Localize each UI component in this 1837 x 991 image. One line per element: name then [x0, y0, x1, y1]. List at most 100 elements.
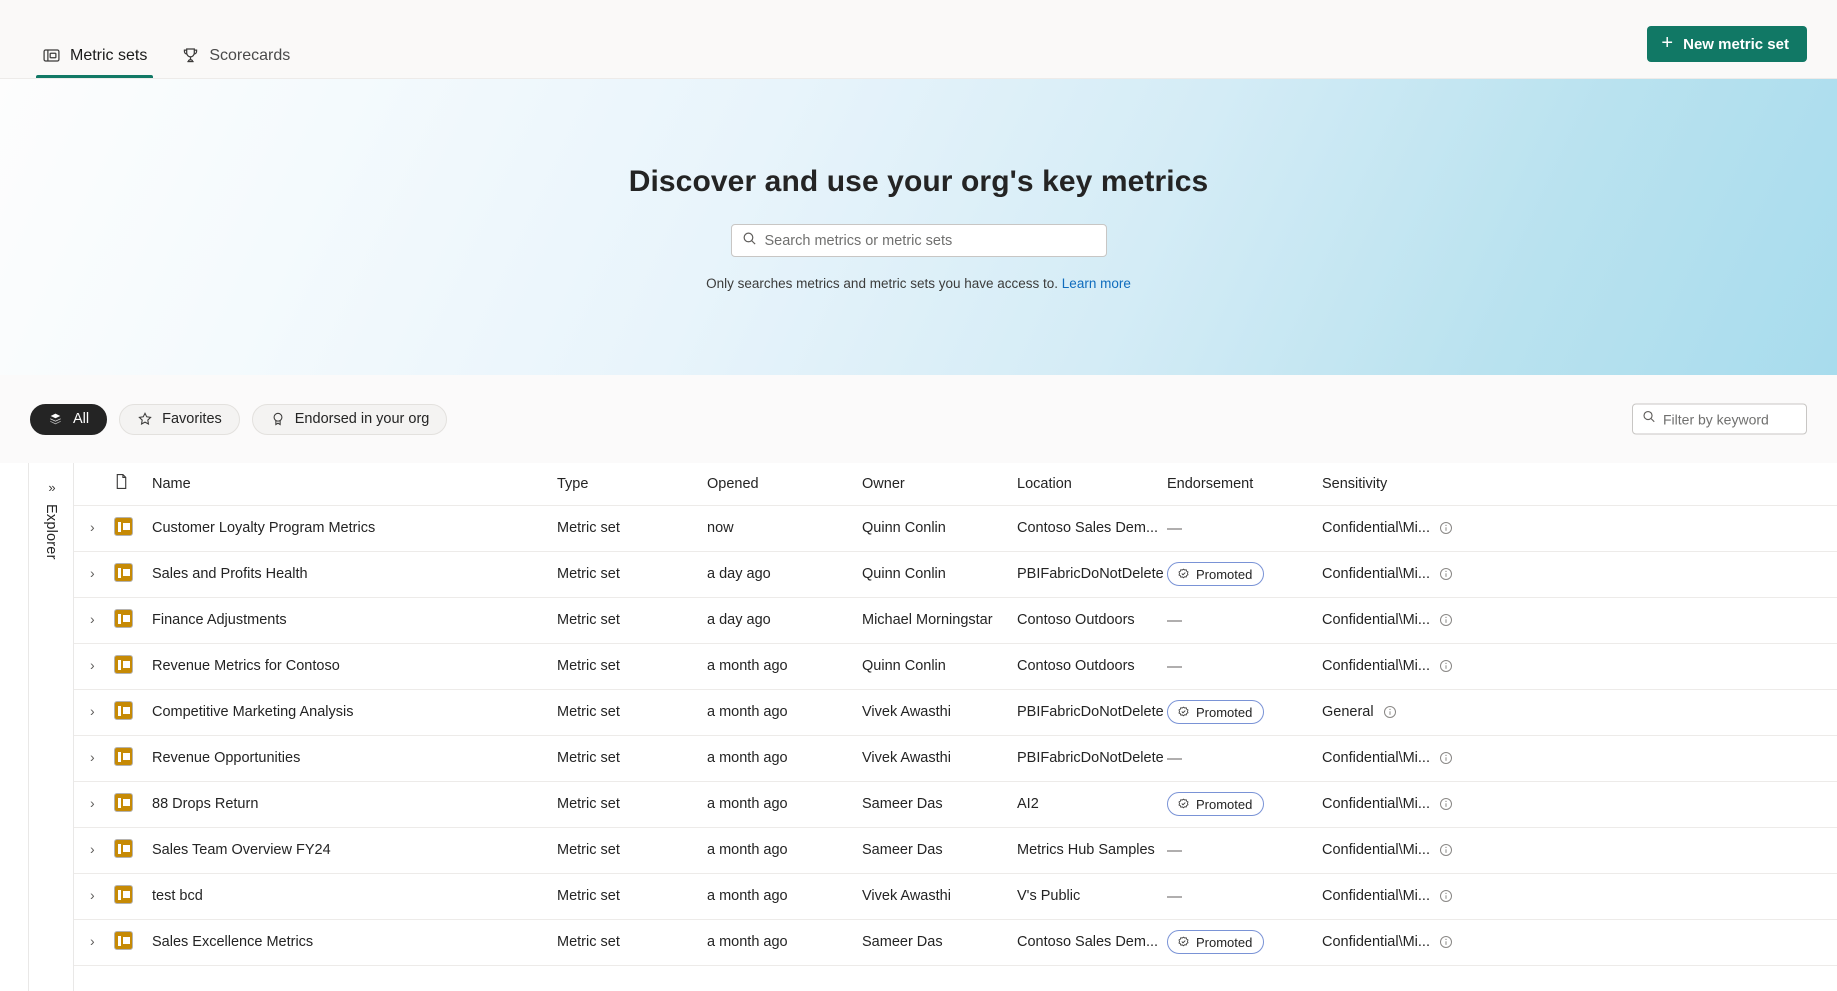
- column-header-name[interactable]: Name: [152, 463, 557, 506]
- filter-toolbar: All Favorites Endorsed in your org: [0, 375, 1837, 463]
- table-row[interactable]: › Customer Loyalty Program Metrics Metric …: [74, 505, 1837, 552]
- row-opened-cell: a month ago: [707, 689, 862, 736]
- row-expand-cell[interactable]: ›: [74, 827, 114, 874]
- column-header-owner[interactable]: Owner: [862, 463, 1017, 506]
- keyword-filter-input[interactable]: [1663, 411, 1837, 427]
- info-icon[interactable]: [1439, 935, 1453, 949]
- metric-set-item-icon: [114, 930, 133, 950]
- chevron-right-icon[interactable]: ›: [90, 612, 95, 626]
- learn-more-link[interactable]: Learn more: [1062, 276, 1131, 291]
- info-icon[interactable]: [1439, 889, 1453, 903]
- row-name-cell[interactable]: Sales and Profits Health: [152, 551, 557, 598]
- metric-set-item-icon: [114, 654, 133, 674]
- status-badge-label: Promoted: [1196, 934, 1253, 950]
- document-icon: [114, 473, 129, 490]
- table-row[interactable]: › Finance Adjustments Metric set a day ago M…: [74, 597, 1837, 644]
- info-icon[interactable]: [1383, 705, 1397, 719]
- certified-seal-icon: [1177, 706, 1190, 719]
- row-expand-cell[interactable]: ›: [74, 551, 114, 598]
- table-row[interactable]: › Sales Excellence Metrics Metric set a mon…: [74, 919, 1837, 966]
- certified-seal-icon: [1177, 568, 1190, 581]
- table-row[interactable]: › Sales Team Overview FY24 Metric set a mon…: [74, 827, 1837, 874]
- metric-set-name-link[interactable]: test bcd: [152, 888, 203, 904]
- column-header-opened[interactable]: Opened: [707, 463, 862, 506]
- table-row[interactable]: › Revenue Metrics for Contoso Metric set a …: [74, 643, 1837, 690]
- row-name-cell[interactable]: test bcd: [152, 873, 557, 920]
- table-row[interactable]: › Sales and Profits Health Metric set a day…: [74, 551, 1837, 598]
- row-owner-cell: Michael Morningstar: [862, 597, 1017, 644]
- info-icon[interactable]: [1439, 659, 1453, 673]
- row-expand-cell[interactable]: ›: [74, 919, 114, 966]
- row-expand-cell[interactable]: ›: [74, 735, 114, 782]
- row-name-cell[interactable]: Revenue Metrics for Contoso: [152, 643, 557, 690]
- metric-set-name-link[interactable]: Sales Team Overview FY24: [152, 842, 331, 858]
- column-header-sensitivity[interactable]: Sensitivity: [1322, 463, 1837, 506]
- row-type-cell: Metric set: [557, 689, 707, 736]
- info-icon[interactable]: [1439, 567, 1453, 581]
- search-input[interactable]: [764, 232, 1096, 249]
- info-icon[interactable]: [1439, 613, 1453, 627]
- info-icon[interactable]: [1439, 521, 1453, 535]
- row-icon-cell: [114, 597, 152, 644]
- row-expand-cell[interactable]: ›: [74, 689, 114, 736]
- chevron-right-icon[interactable]: ›: [90, 520, 95, 534]
- table-row[interactable]: › Revenue Opportunities Metric set a month …: [74, 735, 1837, 782]
- tab-scorecards[interactable]: Scorecards: [167, 36, 304, 78]
- filter-pill-favorites[interactable]: Favorites: [119, 403, 240, 435]
- metric-set-name-link[interactable]: Customer Loyalty Program Metrics: [152, 520, 375, 536]
- column-header-endorsement[interactable]: Endorsement: [1167, 463, 1322, 506]
- new-metric-set-button[interactable]: + New metric set: [1647, 26, 1807, 62]
- metric-set-name-link[interactable]: Sales Excellence Metrics: [152, 934, 313, 950]
- row-expand-cell[interactable]: ›: [74, 597, 114, 644]
- double-chevron-right-icon[interactable]: »: [48, 481, 55, 494]
- table-row[interactable]: › test bcd Metric set a month ago Vivek Awas…: [74, 873, 1837, 920]
- row-name-cell[interactable]: Finance Adjustments: [152, 597, 557, 644]
- table-row[interactable]: › Competitive Marketing Analysis Metric se…: [74, 689, 1837, 736]
- status-badge: Promoted: [1167, 562, 1265, 586]
- row-sensitivity-cell: Confidential\Mi...: [1322, 551, 1837, 598]
- tab-scorecards-label: Scorecards: [209, 46, 291, 64]
- info-icon[interactable]: [1439, 843, 1453, 857]
- metric-set-name-link[interactable]: Competitive Marketing Analysis: [152, 704, 353, 720]
- table-row[interactable]: › 88 Drops Return Metric set a month ago Sam…: [74, 781, 1837, 828]
- chevron-right-icon[interactable]: ›: [90, 934, 95, 948]
- metric-set-name-link[interactable]: Revenue Metrics for Contoso: [152, 658, 340, 674]
- explorer-panel-collapsed[interactable]: » Explorer: [28, 463, 74, 991]
- row-expand-cell[interactable]: ›: [74, 643, 114, 690]
- chevron-right-icon[interactable]: ›: [90, 750, 95, 764]
- column-item-icon: [114, 463, 152, 506]
- filter-pill-all[interactable]: All: [30, 403, 108, 435]
- row-expand-cell[interactable]: ›: [74, 873, 114, 920]
- chevron-right-icon[interactable]: ›: [90, 842, 95, 856]
- row-name-cell[interactable]: Customer Loyalty Program Metrics: [152, 505, 557, 552]
- row-type-cell: Metric set: [557, 597, 707, 644]
- chevron-right-icon[interactable]: ›: [90, 704, 95, 718]
- metric-search-box[interactable]: [730, 224, 1107, 257]
- row-name-cell[interactable]: Sales Team Overview FY24: [152, 827, 557, 874]
- chevron-right-icon[interactable]: ›: [90, 658, 95, 672]
- filter-pill-endorsed[interactable]: Endorsed in your org: [251, 403, 448, 435]
- metric-set-name-link[interactable]: Revenue Opportunities: [152, 750, 300, 766]
- info-icon[interactable]: [1439, 751, 1453, 765]
- metric-set-name-link[interactable]: 88 Drops Return: [152, 796, 258, 812]
- info-icon[interactable]: [1439, 797, 1453, 811]
- metric-set-name-link[interactable]: Sales and Profits Health: [152, 566, 308, 582]
- chevron-right-icon[interactable]: ›: [90, 796, 95, 810]
- row-expand-cell[interactable]: ›: [74, 781, 114, 828]
- chevron-right-icon[interactable]: ›: [90, 566, 95, 580]
- column-expand: [74, 463, 114, 506]
- column-header-type[interactable]: Type: [557, 463, 707, 506]
- row-name-cell[interactable]: Revenue Opportunities: [152, 735, 557, 782]
- metric-set-name-link[interactable]: Finance Adjustments: [152, 612, 287, 628]
- row-expand-cell[interactable]: ›: [74, 505, 114, 552]
- row-name-cell[interactable]: 88 Drops Return: [152, 781, 557, 828]
- row-name-cell[interactable]: Competitive Marketing Analysis: [152, 689, 557, 736]
- row-name-cell[interactable]: Sales Excellence Metrics: [152, 919, 557, 966]
- metric-set-icon: [42, 46, 61, 65]
- chevron-right-icon[interactable]: ›: [90, 888, 95, 902]
- endorsement-none: —: [1167, 611, 1182, 629]
- keyword-filter-box[interactable]: [1632, 403, 1837, 435]
- column-header-location[interactable]: Location: [1017, 463, 1167, 506]
- tab-metric-sets[interactable]: Metric sets: [28, 36, 161, 78]
- row-type-cell: Metric set: [557, 919, 707, 966]
